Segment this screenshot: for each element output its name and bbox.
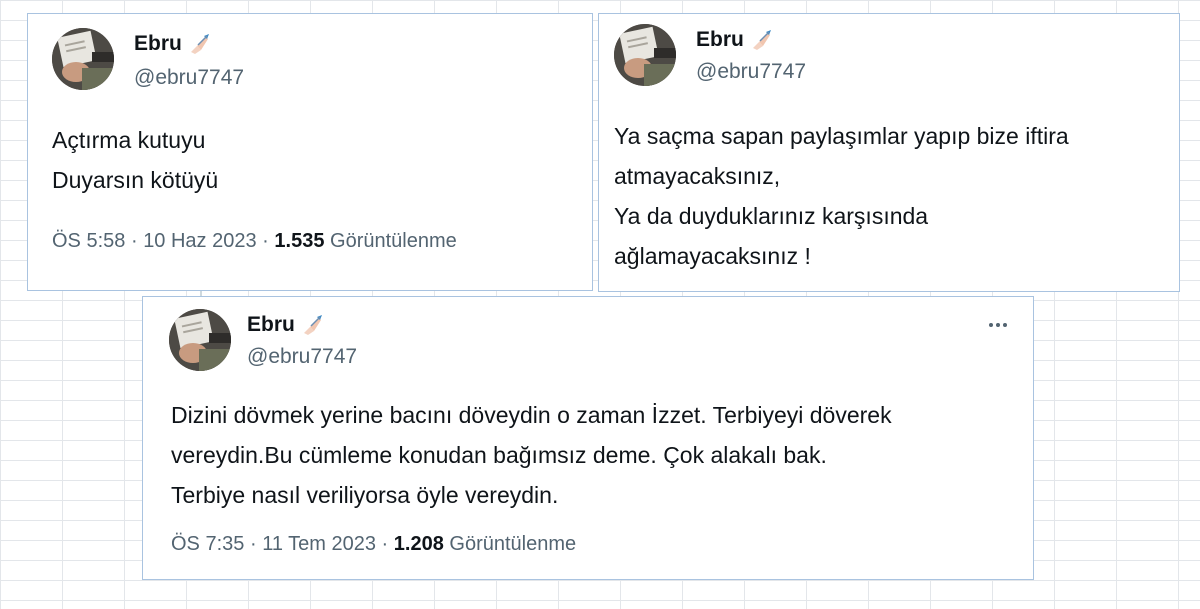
tweet-date[interactable]: 11 Tem 2023 bbox=[262, 533, 376, 555]
separator: · bbox=[262, 230, 269, 252]
separator: · bbox=[381, 533, 389, 555]
avatar[interactable] bbox=[614, 24, 676, 86]
tweet-text-line: Duyarsın kötüyü bbox=[52, 167, 219, 193]
display-name[interactable]: Ebru bbox=[134, 32, 182, 56]
tweet-meta: ÖS 5:58 · 10 Haz 2023 · 1.535 Görüntülen… bbox=[52, 230, 457, 253]
display-name[interactable]: Ebru bbox=[696, 28, 744, 52]
tweet-card-2: Ebru @ebru7747 Ya saçma sapan paylaşımla… bbox=[598, 13, 1180, 292]
tweet-text-line: ağlamayacaksınız ! bbox=[614, 243, 811, 269]
user-handle[interactable]: @ebru7747 bbox=[247, 345, 357, 369]
avatar[interactable] bbox=[52, 28, 114, 90]
tweet-time[interactable]: ÖS 7:35 bbox=[171, 533, 244, 555]
views-count: 1.208 bbox=[393, 533, 444, 555]
tweet-date[interactable]: 10 Haz 2023 bbox=[143, 230, 256, 252]
tweet-card-1: Ebru @ebru7747 Açtırma kutuyu Duyarsın k… bbox=[27, 13, 593, 291]
more-options-icon[interactable] bbox=[989, 323, 1007, 327]
tweet-text-line: Açtırma kutuyu bbox=[52, 127, 206, 153]
tweet-text: Açtırma kutuyu Duyarsın kötüyü bbox=[52, 120, 218, 200]
avatar-photo-icon bbox=[52, 28, 114, 90]
display-name[interactable]: Ebru bbox=[247, 313, 295, 337]
tweet-text-line: atmayacaksınız, bbox=[614, 163, 781, 189]
avatar-photo-icon bbox=[169, 309, 231, 371]
avatar-photo-icon bbox=[614, 24, 676, 86]
writing-hand-icon bbox=[752, 30, 771, 50]
user-handle[interactable]: @ebru7747 bbox=[134, 66, 244, 90]
tweet-card-3: Ebru @ebru7747 Dizini dövmek yerine bacı… bbox=[142, 296, 1034, 580]
avatar[interactable] bbox=[169, 309, 231, 371]
tweet-text-line: vereydin.Bu cümleme konudan bağımsız dem… bbox=[171, 442, 827, 468]
tweet-time[interactable]: ÖS 5:58 bbox=[52, 230, 125, 252]
tweet-meta: ÖS 7:35 · 11 Tem 2023 · 1.208 Görüntülen… bbox=[171, 533, 576, 556]
views-label: Görüntülenme bbox=[330, 230, 457, 252]
tweet-text-line: Ya saçma sapan paylaşımlar yapıp bize if… bbox=[614, 123, 1069, 149]
tweet-text: Ya saçma sapan paylaşımlar yapıp bize if… bbox=[614, 116, 1069, 276]
separator: · bbox=[249, 533, 257, 555]
writing-hand-icon bbox=[190, 34, 209, 54]
separator: · bbox=[130, 230, 138, 252]
tweet-text-line: Dizini dövmek yerine bacını döveydin o z… bbox=[171, 402, 892, 428]
tweet-text-line: Ya da duyduklarınız karşısında bbox=[614, 203, 929, 229]
tweet-text-line: Terbiye nasıl veriliyorsa öyle vereydin. bbox=[171, 482, 559, 508]
tweet-text: Dizini dövmek yerine bacını döveydin o z… bbox=[171, 395, 892, 515]
views-label: Görüntülenme bbox=[449, 533, 577, 555]
user-handle[interactable]: @ebru7747 bbox=[696, 60, 806, 84]
views-count: 1.535 bbox=[274, 230, 325, 252]
writing-hand-icon bbox=[303, 315, 322, 335]
